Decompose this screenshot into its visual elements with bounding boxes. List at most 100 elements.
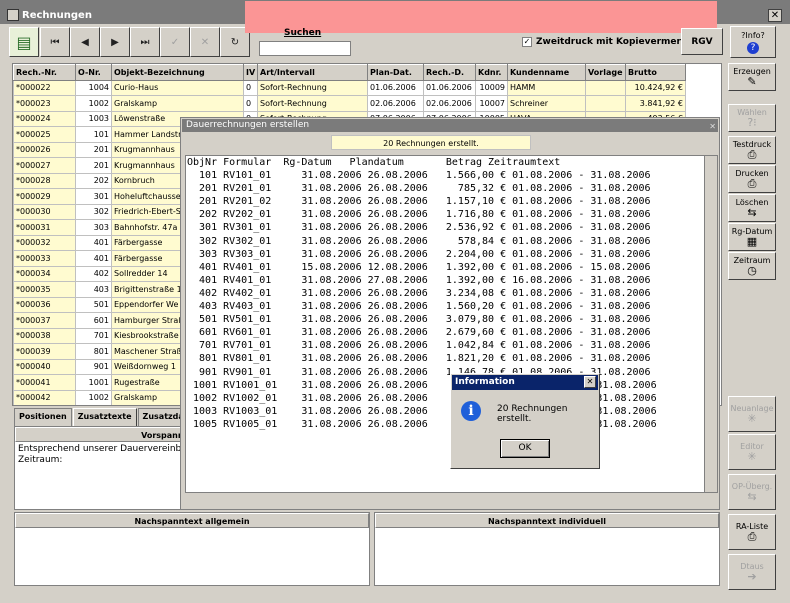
info-button-label: ?Info? xyxy=(741,30,765,40)
rgv-button[interactable]: RGV xyxy=(681,28,723,55)
info-dialog-title: Information ✕ xyxy=(452,375,598,390)
side-drucken-button[interactable]: Drucken ⎙ xyxy=(728,165,776,193)
table-cell: 301 xyxy=(75,188,112,205)
table-cell: *000030 xyxy=(13,203,76,220)
form-icon[interactable]: ▤ xyxy=(9,27,39,57)
side-testdruck-button[interactable]: Testdruck ⎙ xyxy=(728,136,776,164)
side-4-icon: ⇆ xyxy=(747,205,757,219)
table-cell: *000040 xyxy=(13,358,76,375)
tab-positionen[interactable]: Positionen xyxy=(14,408,72,426)
prev-icon: ◀ xyxy=(81,36,89,48)
table-cell: 0 xyxy=(243,95,258,112)
side-ra-liste-button[interactable]: RA-Liste ⎙ xyxy=(728,514,776,550)
nav-cancel-button[interactable]: ✕ xyxy=(190,27,220,57)
col-header[interactable]: Kundenname xyxy=(507,64,586,81)
nav-confirm-button[interactable]: ✓ xyxy=(160,27,190,57)
col-header-label: Kundenname xyxy=(510,67,570,77)
dauer-line: 701 RV701_01 31.08.2006 26.08.2006 1.042… xyxy=(187,340,651,352)
next-icon: ▶ xyxy=(111,36,119,48)
nav-first-button[interactable]: ⏮ xyxy=(40,27,70,57)
side-löschen-button[interactable]: Löschen ⇆ xyxy=(728,194,776,222)
dauer-line: 601 RV601_01 31.08.2006 26.08.2006 2.679… xyxy=(187,327,651,339)
table-cell: 601 xyxy=(75,312,112,329)
info-dialog-text: 20 Rechnungen erstellt. xyxy=(497,404,568,424)
dauer-scrollbar[interactable] xyxy=(704,156,717,492)
table-cell: *000029 xyxy=(13,188,76,205)
side-editor-button[interactable]: Editor ✳ xyxy=(728,434,776,470)
side-1-icon: ?⁝ xyxy=(747,115,757,129)
side-3-icon: ⎙ xyxy=(747,176,757,190)
nachspann-individuell-panel: Nachspanntext individuell xyxy=(374,512,720,586)
dauer-message: 20 Rechnungen erstellt. xyxy=(331,135,531,150)
side-10-icon: ⎙ xyxy=(747,529,757,543)
table-cell: 402 xyxy=(75,265,112,282)
col-header[interactable]: Plan-Dat. xyxy=(367,64,424,81)
cancel-icon: ✕ xyxy=(200,36,210,48)
table-cell: 801 xyxy=(75,343,112,360)
side-dtaus-button[interactable]: Dtaus ➔ xyxy=(728,554,776,590)
zweitdruck-checkbox[interactable]: ✓ xyxy=(522,37,532,47)
table-cell: Sofort-Rechnung xyxy=(257,79,368,96)
dauer-line: 401 RV401_01 15.08.2006 12.08.2006 1.392… xyxy=(187,261,651,273)
ok-button[interactable]: OK xyxy=(500,439,550,458)
col-header[interactable]: Brutto xyxy=(625,64,686,81)
confirm-icon: ✓ xyxy=(170,36,180,48)
close-button[interactable]: ✕ xyxy=(768,9,782,22)
form-glyph-icon: ▤ xyxy=(16,32,32,52)
table-cell: *000034 xyxy=(13,265,76,282)
table-cell: 201 xyxy=(75,141,112,158)
tab-bar: Positionen Zusatztexte Zusatzda xyxy=(14,408,190,426)
col-header-label: Objekt-Bezeichnung xyxy=(114,67,205,77)
nav-last-button[interactable]: ⏭ xyxy=(130,27,160,57)
table-cell: 10007 xyxy=(475,95,508,112)
side-11-icon: ➔ xyxy=(747,569,757,583)
col-header[interactable]: O-Nr. xyxy=(75,64,112,81)
dauer-line: 302 RV302_01 31.08.2006 26.08.2006 578,8… xyxy=(187,235,651,247)
table-cell: *000028 xyxy=(13,172,76,189)
table-row[interactable]: *000022 1004 Curio-Haus 0 Sofort-Rechnung 01.… xyxy=(13,79,686,96)
table-cell: *000042 xyxy=(13,389,76,405)
information-dialog: Information ✕ i 20 Rechnungen erstellt. O… xyxy=(450,373,600,469)
table-cell: 901 xyxy=(75,358,112,375)
first-icon: ⏮ xyxy=(50,36,60,48)
table-cell: 401 xyxy=(75,250,112,267)
col-header[interactable]: Rech.-Nr. xyxy=(13,64,76,81)
nachspann-allgemein-panel: Nachspanntext allgemein xyxy=(14,512,370,586)
side-wählen-button[interactable]: Wählen ?⁝ xyxy=(728,104,776,132)
table-cell: *000032 xyxy=(13,234,76,251)
info-close-button[interactable]: ✕ xyxy=(584,376,596,388)
col-header[interactable]: IV xyxy=(243,64,258,81)
col-header[interactable]: Kdnr. xyxy=(475,64,508,81)
table-cell: 01.06.2006 xyxy=(423,79,476,96)
tab-zusatztexte[interactable]: Zusatztexte xyxy=(72,408,137,426)
nav-prev-button[interactable]: ◀ xyxy=(70,27,100,57)
col-header[interactable]: Art/Intervall xyxy=(257,64,368,81)
side-rg-datum-button[interactable]: Rg-Datum ▦ xyxy=(728,223,776,251)
table-cell: *000023 xyxy=(13,95,76,112)
dauer-line: 301 RV301_01 31.08.2006 26.08.2006 2.536… xyxy=(187,222,651,234)
side-neuanlage-button[interactable]: Neuanlage ✳ xyxy=(728,396,776,432)
table-cell: Schreiner xyxy=(507,95,586,112)
nav-next-button[interactable]: ▶ xyxy=(100,27,130,57)
side-op-überg--button[interactable]: OP-Überg. ⇆ xyxy=(728,474,776,510)
table-cell: 10009 xyxy=(475,79,508,96)
dauer-line: 201 RV201_01 31.08.2006 26.08.2006 785,3… xyxy=(187,183,651,195)
col-header[interactable]: Vorlage xyxy=(585,64,626,81)
dauer-line: 201 RV201_02 31.08.2006 26.08.2006 1.157… xyxy=(187,196,651,208)
col-header-label: Brutto xyxy=(628,67,657,77)
dauer-line: 801 RV801_01 31.08.2006 26.08.2006 1.821… xyxy=(187,353,651,365)
col-header[interactable]: Rech.-D. xyxy=(423,64,476,81)
table-cell: 403 xyxy=(75,281,112,298)
dauer-header-line: ObjNr Formular Rg-Datum Plandatum Betrag… xyxy=(187,157,561,168)
side-zeitraum-button[interactable]: Zeitraum ◷ xyxy=(728,252,776,280)
table-row[interactable]: *000023 1002 Gralskamp 0 Sofort-Rechnung 02.0… xyxy=(13,95,686,112)
side-erzeugen-button[interactable]: Erzeugen ✎ xyxy=(728,63,776,91)
col-header-label: Rech.-D. xyxy=(426,67,465,77)
table-cell: 101 xyxy=(75,126,112,143)
table-cell: 1002 xyxy=(75,389,112,405)
search-input[interactable] xyxy=(259,41,351,56)
info-button[interactable]: ?Info? ? xyxy=(730,26,776,58)
table-cell: *000025 xyxy=(13,126,76,143)
col-header[interactable]: Objekt-Bezeichnung xyxy=(111,64,244,81)
dauer-close-icon[interactable]: ✕ xyxy=(709,120,716,133)
